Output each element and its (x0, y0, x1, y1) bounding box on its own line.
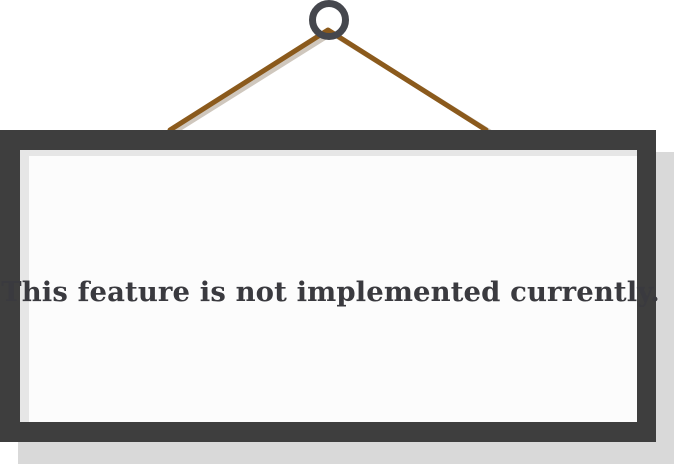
hanging-sign-scene: This feature is not implemented currentl… (0, 0, 674, 464)
hanging-rope-icon (167, 0, 493, 135)
sign-panel: This feature is not implemented currentl… (1, 150, 660, 422)
sign-frame: This feature is not implemented currentl… (0, 130, 660, 442)
sign-message: This feature is not implemented currentl… (1, 276, 660, 308)
rope-shadow (171, 30, 493, 135)
rope-icon (167, 27, 489, 133)
